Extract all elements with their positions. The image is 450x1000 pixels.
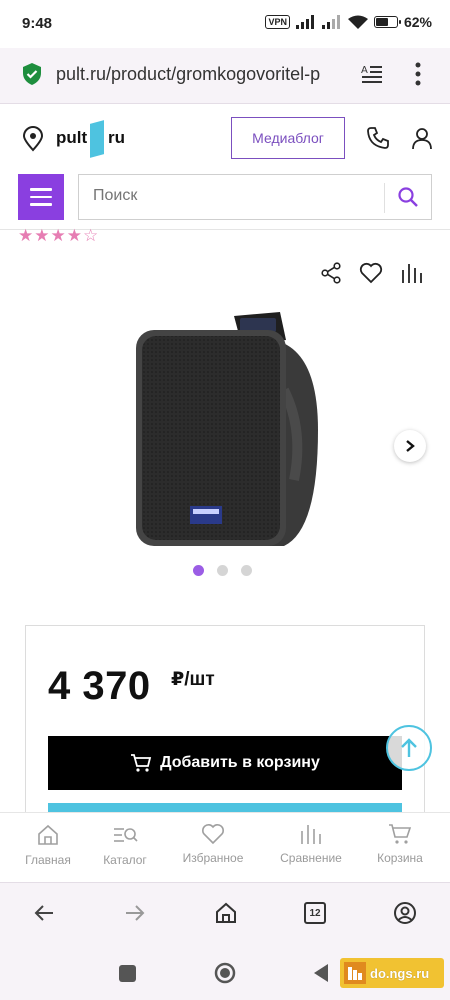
profile-icon[interactable] [393, 901, 417, 925]
browser-home-icon[interactable] [214, 901, 238, 925]
back-arrow-icon[interactable] [33, 903, 55, 923]
add-to-cart-label: Добавить в корзину [160, 754, 320, 771]
search-icon[interactable] [397, 186, 419, 208]
add-to-cart-button[interactable]: Добавить в корзину [48, 736, 402, 790]
search-divider [384, 183, 385, 213]
phone-icon[interactable] [366, 126, 390, 150]
svg-text:A: A [361, 65, 368, 76]
gallery-next-button[interactable] [394, 430, 426, 462]
reader-mode-icon[interactable]: A [360, 62, 384, 86]
cart-icon [389, 824, 412, 844]
cart-icon [131, 754, 152, 772]
site-bottom-nav: Главная Каталог Избранное Сравнение Корз… [0, 812, 450, 882]
system-home-button[interactable] [214, 962, 236, 984]
system-back-button[interactable] [313, 963, 329, 983]
menu-bar [30, 188, 52, 191]
logo-text-right[interactable]: ru [108, 128, 125, 148]
chevron-right-icon [406, 440, 415, 452]
nav-item-compare[interactable]: Сравнение [266, 823, 356, 865]
price-unit: ₽/шт [171, 669, 215, 690]
forward-arrow-icon[interactable] [124, 903, 146, 923]
menu-bar [30, 195, 52, 199]
search-box[interactable] [78, 174, 432, 220]
more-menu-icon[interactable] [408, 60, 428, 88]
home-icon [38, 824, 58, 845]
tabs-count-button[interactable]: 12 [304, 902, 326, 924]
browser-url-bar[interactable]: pult.ru/product/gromkogovoritel-p A [0, 48, 450, 104]
status-indicators: VPN 62% [265, 14, 432, 30]
share-icon[interactable] [320, 262, 342, 284]
product-rating: ★★★★☆ [18, 226, 100, 245]
favorite-heart-icon[interactable] [359, 262, 383, 284]
nav-label-home: Главная [25, 853, 71, 867]
menu-bar [30, 203, 52, 206]
mediablog-button[interactable]: Медиаблог [231, 117, 345, 159]
nav-item-favorites[interactable]: Избранное [168, 823, 258, 865]
status-time: 9:48 [22, 15, 53, 32]
logo-text-left[interactable]: pult [56, 128, 87, 148]
wifi-icon [347, 15, 368, 29]
nav-label-compare: Сравнение [280, 851, 342, 865]
gallery-dots [193, 565, 252, 576]
nav-label-favorites: Избранное [182, 851, 244, 865]
watermark-logo-icon [344, 962, 366, 984]
compare-icon [301, 825, 321, 844]
menu-button[interactable] [18, 174, 64, 220]
nav-item-catalog[interactable]: Каталог [80, 823, 170, 867]
arrow-up-icon [401, 738, 417, 757]
battery-icon [373, 16, 401, 28]
vpn-badge: VPN [265, 15, 290, 29]
secure-shield-icon [23, 63, 41, 85]
price-amount: 4 370 [48, 664, 151, 708]
signal-icon-secondary [321, 15, 340, 29]
battery-percent: 62% [403, 14, 432, 30]
status-bar: 9:48 VPN 62% [0, 0, 450, 48]
nav-item-cart[interactable]: Корзина [355, 823, 445, 865]
compare-icon[interactable] [401, 262, 423, 284]
account-icon[interactable] [410, 126, 434, 150]
scroll-to-top-button[interactable] [386, 725, 432, 771]
signal-icon [295, 15, 314, 29]
gallery-dot-2[interactable] [217, 565, 228, 576]
location-pin-icon[interactable] [22, 126, 44, 152]
recents-button[interactable] [119, 965, 136, 982]
watermark-badge: do.ngs.ru [340, 958, 444, 988]
nav-label-cart: Корзина [377, 851, 423, 865]
gallery-dot-3[interactable] [241, 565, 252, 576]
product-image-speaker[interactable] [134, 310, 320, 552]
search-input[interactable] [93, 187, 373, 205]
heart-icon [202, 824, 224, 845]
gallery-dot-1[interactable] [193, 565, 204, 576]
url-text[interactable]: pult.ru/product/gromkogovoritel-p [56, 64, 346, 85]
nav-label-catalog: Каталог [103, 853, 147, 867]
watermark-text: do.ngs.ru [370, 965, 430, 981]
logo-mark [90, 120, 104, 158]
catalog-icon [114, 828, 138, 842]
